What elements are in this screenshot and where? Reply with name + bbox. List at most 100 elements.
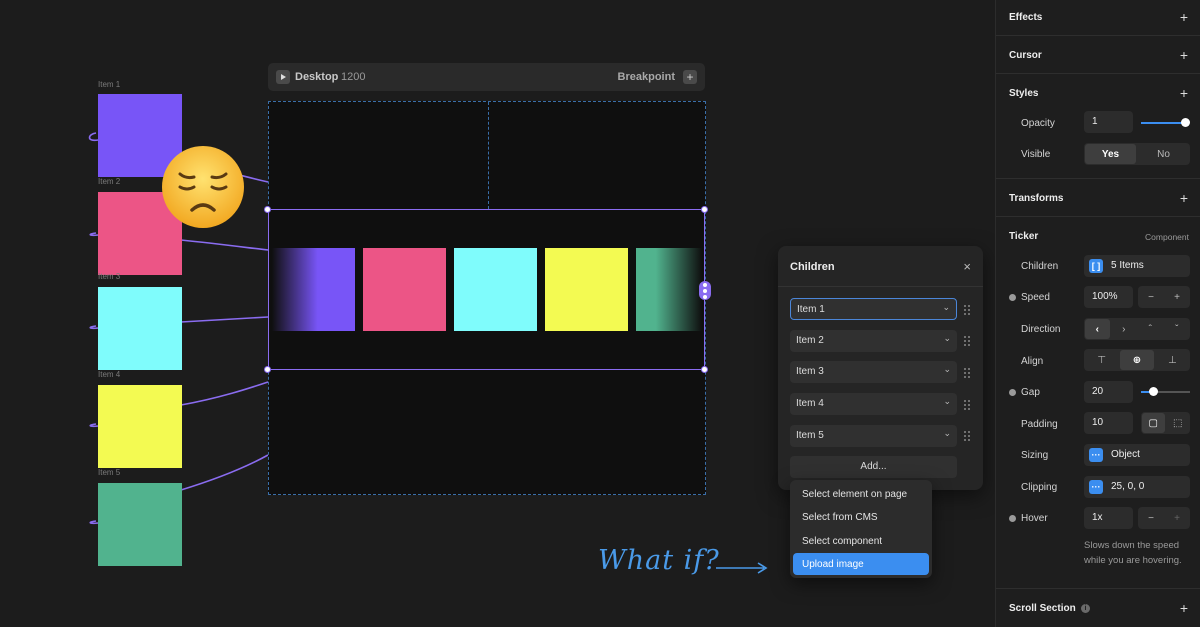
padding-label: Padding — [1021, 419, 1058, 430]
item-5-label: Item 5 — [98, 468, 121, 477]
plus-icon[interactable]: + — [1165, 287, 1189, 307]
align-top-icon[interactable]: ⊤ — [1085, 350, 1118, 370]
child-row-item-2[interactable]: Item 2 ⌄ — [790, 330, 957, 352]
menu-item-upload-image[interactable]: Upload image — [793, 553, 929, 575]
scroll-section-title: Scroll Section — [1009, 603, 1076, 614]
minus-icon[interactable]: − — [1139, 287, 1163, 307]
sizing-field[interactable]: ··· Object — [1084, 444, 1190, 466]
opacity-slider[interactable] — [1141, 122, 1186, 124]
resize-handle-tl[interactable] — [264, 206, 271, 213]
add-breakpoint-icon[interactable]: + — [683, 70, 697, 84]
chevron-right-icon[interactable]: › — [1112, 319, 1137, 339]
ticker-section-title: Ticker — [1009, 231, 1039, 242]
opacity-slider-knob[interactable] — [1181, 118, 1190, 127]
child-label: Item 2 — [796, 335, 824, 346]
visible-toggle: Yes No — [1084, 143, 1190, 165]
sizing-value: Object — [1111, 449, 1140, 460]
item-5-swatch[interactable] — [98, 483, 182, 566]
align-center-icon[interactable]: ⊕ — [1120, 350, 1154, 370]
plus-icon[interactable]: + — [1180, 601, 1188, 615]
child-row-item-5[interactable]: Item 5 ⌄ — [790, 425, 957, 447]
menu-item-select-element[interactable]: Select element on page — [793, 483, 929, 505]
children-count: 5 Items — [1111, 260, 1144, 271]
hover-input[interactable]: 1x — [1084, 507, 1133, 529]
device-name: Desktop — [295, 71, 339, 83]
plus-icon[interactable]: + — [1165, 508, 1189, 528]
plus-icon[interactable]: + — [1180, 10, 1188, 24]
minus-icon[interactable]: − — [1139, 508, 1163, 528]
close-icon[interactable]: × — [963, 259, 971, 274]
transforms-section-title: Transforms — [1009, 193, 1064, 204]
children-title: Children — [790, 261, 835, 273]
chevron-down-icon: ⌄ — [943, 428, 951, 438]
visible-yes-option[interactable]: Yes — [1085, 144, 1136, 164]
item-3-swatch[interactable] — [98, 287, 182, 370]
plus-icon[interactable]: + — [1180, 86, 1188, 100]
resize-handle-tr[interactable] — [701, 206, 708, 213]
child-label: Item 3 — [796, 366, 824, 377]
ticker-side-handle[interactable] — [699, 281, 711, 300]
drag-handle-icon[interactable] — [964, 305, 972, 315]
padding-individual-icon[interactable]: ⬚ — [1167, 413, 1190, 433]
menu-item-select-cms[interactable]: Select from CMS — [793, 506, 929, 528]
align-selector: ⊤ ⊕ ⊥ — [1084, 349, 1190, 371]
child-row-item-1[interactable]: Item 1 ⌄ — [790, 298, 957, 320]
item-3-label: Item 3 — [98, 272, 121, 281]
plus-icon[interactable]: + — [1180, 191, 1188, 205]
more-icon: ··· — [1089, 480, 1103, 494]
chevron-down-icon: ⌄ — [942, 302, 950, 312]
child-label: Item 1 — [797, 304, 825, 315]
child-row-item-4[interactable]: Item 4 ⌄ — [790, 393, 957, 415]
children-field[interactable]: [ ] 5 Items — [1084, 255, 1190, 277]
clipping-field[interactable]: ··· 25, 0, 0 — [1084, 476, 1190, 498]
component-tag: Component — [1145, 232, 1189, 242]
drag-handle-icon[interactable] — [964, 400, 972, 410]
clipping-value: 25, 0, 0 — [1111, 481, 1145, 492]
speed-label: Speed — [1009, 292, 1050, 303]
drag-handle-icon[interactable] — [964, 431, 972, 441]
effects-section-title: Effects — [1009, 12, 1043, 23]
padding-uniform-icon[interactable]: ▢ — [1142, 413, 1165, 433]
chevron-down-icon[interactable]: ˇ — [1165, 319, 1190, 339]
item-4-swatch[interactable] — [98, 385, 182, 468]
ticker-selection[interactable] — [268, 209, 705, 370]
add-child-menu: Select element on page Select from CMS S… — [790, 480, 932, 578]
gap-slider-track — [1153, 391, 1190, 393]
cursor-section-title: Cursor — [1009, 50, 1042, 61]
resize-handle-bl[interactable] — [264, 366, 271, 373]
speed-stepper: − + — [1138, 286, 1190, 308]
resize-handle-br[interactable] — [701, 366, 708, 373]
add-child-button[interactable]: Add... — [790, 456, 957, 478]
padding-mode: ▢ ⬚ — [1141, 412, 1190, 434]
padding-input[interactable]: 10 — [1084, 412, 1133, 434]
gap-label: Gap — [1009, 387, 1040, 398]
info-icon[interactable]: i — [1081, 604, 1090, 613]
plus-icon[interactable]: + — [1180, 48, 1188, 62]
drag-handle-icon[interactable] — [964, 368, 972, 378]
chevron-left-icon[interactable]: ‹ — [1085, 319, 1110, 339]
play-icon[interactable] — [276, 70, 290, 84]
child-row-item-3[interactable]: Item 3 ⌄ — [790, 361, 957, 383]
stack-divider — [488, 102, 489, 209]
drag-handle-icon[interactable] — [964, 336, 972, 346]
styles-section-title: Styles — [1009, 88, 1039, 99]
brackets-icon: [ ] — [1089, 259, 1103, 273]
gap-slider-knob[interactable] — [1149, 387, 1158, 396]
align-label: Align — [1021, 356, 1044, 367]
opacity-input[interactable]: 1 — [1084, 111, 1133, 133]
item-2-label: Item 2 — [98, 177, 121, 186]
opacity-label: Opacity — [1021, 118, 1055, 129]
canvas[interactable]: Item 1 Item 2 Item 3 Item 4 Item 5 Deskt… — [0, 0, 995, 627]
menu-item-select-component[interactable]: Select component — [793, 530, 929, 552]
direction-label: Direction — [1021, 324, 1061, 335]
visible-no-option[interactable]: No — [1138, 144, 1189, 164]
direction-selector: ‹ › ˆ ˇ — [1084, 318, 1190, 340]
properties-panel: Effects + Cursor + Styles + Opacity 1 Vi… — [995, 0, 1200, 627]
divider — [996, 588, 1200, 589]
divider — [996, 73, 1200, 74]
chevron-up-icon[interactable]: ˆ — [1138, 319, 1163, 339]
speed-input[interactable]: 100% — [1084, 286, 1133, 308]
gap-input[interactable]: 20 — [1084, 381, 1133, 403]
clipping-label: Clipping — [1021, 482, 1058, 493]
align-bottom-icon[interactable]: ⊥ — [1156, 350, 1189, 370]
